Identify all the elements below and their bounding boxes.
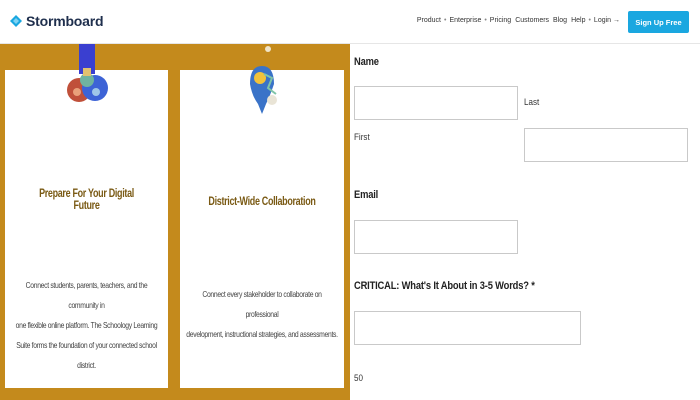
nav-login[interactable]: Login → — [594, 17, 620, 24]
sign-up-button[interactable]: Sign Up Free — [628, 11, 689, 33]
nav-separator: • — [588, 17, 591, 24]
nav-enterprise[interactable]: Enterprise — [449, 17, 481, 24]
character-counter: 50 — [354, 373, 363, 384]
email-input[interactable] — [354, 220, 518, 254]
nav-customers[interactable]: Customers — [515, 17, 549, 24]
name-label: Name — [354, 56, 379, 68]
feature-card: District-Wide Collaboration Connect ever… — [180, 46, 344, 388]
logo[interactable]: Stormboard — [9, 13, 104, 29]
network-people-illustration-icon — [65, 44, 109, 121]
card-description: Connect students, parents, teachers, and… — [15, 280, 158, 370]
feature-card: Prepare For Your Digital Future Connect … — [5, 44, 168, 388]
site-header: Stormboard Product • Enterprise • Pricin… — [0, 0, 700, 44]
nav-blog[interactable]: Blog — [553, 17, 567, 24]
critical-input[interactable] — [354, 311, 581, 345]
nav-product[interactable]: Product — [417, 17, 441, 24]
nav-separator: • — [443, 17, 447, 24]
nav-separator: • — [484, 17, 487, 24]
critical-label: CRITICAL: What's It About in 3-5 Words? … — [354, 280, 535, 292]
main-nav: Product • Enterprise • Pricing Customers… — [417, 17, 620, 24]
first-name-input[interactable] — [354, 86, 518, 120]
card-title: District-Wide Collaboration — [208, 196, 316, 208]
card-title: Prepare For Your Digital Future — [39, 188, 134, 212]
signup-form: Name Last First Email CRITICAL: What's I… — [350, 44, 700, 400]
last-name-input[interactable] — [524, 128, 688, 162]
brand-name: Stormboard — [26, 13, 104, 29]
first-name-label: First — [354, 132, 370, 143]
map-pin-illustration-icon — [242, 44, 282, 121]
card-description: Connect every stakeholder to collaborate… — [186, 289, 338, 339]
stormboard-logo-icon — [10, 15, 22, 27]
nav-help[interactable]: Help — [571, 17, 585, 24]
email-label: Email — [354, 189, 379, 201]
feature-panel: Prepare For Your Digital Future Connect … — [0, 44, 350, 400]
last-name-label: Last — [524, 97, 540, 108]
nav-pricing[interactable]: Pricing — [490, 17, 511, 24]
